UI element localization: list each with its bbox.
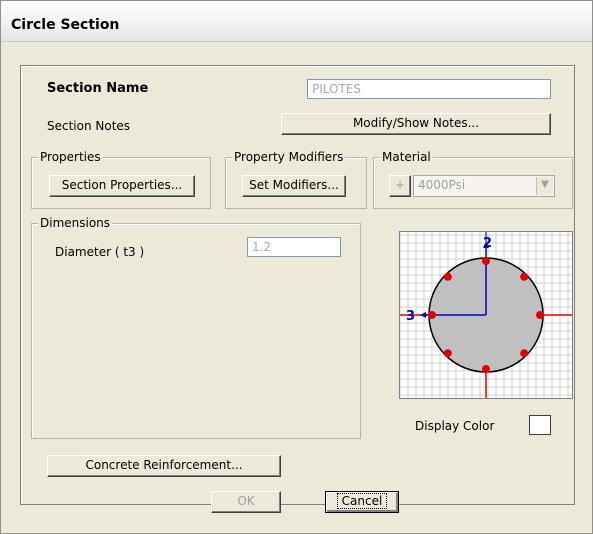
material-add-button[interactable]: + <box>389 175 411 197</box>
rebar-dot <box>520 349 529 358</box>
section-notes-label: Section Notes <box>47 119 131 133</box>
chevron-down-icon[interactable]: ▼ <box>536 177 553 195</box>
diameter-label: Diameter ( t3 ) <box>55 245 145 259</box>
title-bar: Circle Section <box>1 1 592 42</box>
section-preview: 2 3 <box>399 231 573 399</box>
section-preview-canvas: 2 3 <box>399 232 572 398</box>
concrete-reinforcement-button[interactable]: Concrete Reinforcement... <box>47 455 281 477</box>
cancel-button-label: Cancel <box>336 493 388 509</box>
material-legend: Material <box>380 150 433 164</box>
axis-2-label: 2 <box>483 236 492 251</box>
dimensions-legend: Dimensions <box>38 216 113 230</box>
axis-3-label: 3 <box>406 309 415 324</box>
axis-3-arrowhead <box>420 312 426 318</box>
circle-section-dialog: Circle Section Section Name PILOTES Sect… <box>0 0 593 534</box>
rebar-dot <box>536 311 544 319</box>
ok-button[interactable]: OK <box>211 491 281 513</box>
diameter-input[interactable]: 1.2 <box>247 237 341 257</box>
set-modifiers-button[interactable]: Set Modifiers... <box>242 175 346 197</box>
section-name-label: Section Name <box>47 81 149 96</box>
rebar-dot <box>482 257 490 265</box>
dialog-title: Circle Section <box>11 17 120 33</box>
rebar-dot <box>482 365 490 373</box>
material-select[interactable]: 4000Psi ▼ <box>413 175 555 197</box>
rebar-dot <box>520 272 529 281</box>
rebar-dot <box>428 311 436 319</box>
property-modifiers-legend: Property Modifiers <box>232 150 346 164</box>
material-select-value: 4000Psi <box>418 178 466 192</box>
display-color-swatch[interactable] <box>529 415 551 435</box>
section-properties-button[interactable]: Section Properties... <box>49 175 195 197</box>
modify-show-notes-button[interactable]: Modify/Show Notes... <box>281 113 551 135</box>
properties-legend: Properties <box>38 150 103 164</box>
cancel-button[interactable]: Cancel <box>325 491 399 513</box>
rebar-dot <box>443 272 452 281</box>
section-name-input[interactable]: PILOTES <box>307 79 551 99</box>
display-color-label: Display Color <box>415 419 495 433</box>
rebar-dot <box>443 349 452 358</box>
